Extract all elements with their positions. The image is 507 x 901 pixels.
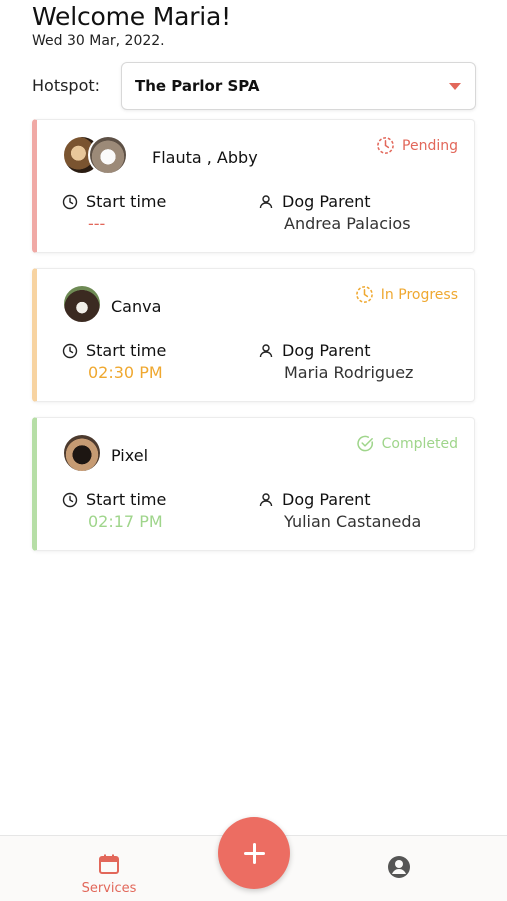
start-time-label-text: Start time <box>86 341 167 360</box>
dog-parent-label: Dog Parent <box>258 341 371 360</box>
service-card-in-progress[interactable]: Canva In Progress Start time 02:30 PM Do… <box>32 268 475 402</box>
start-time-label-text: Start time <box>86 192 167 211</box>
person-icon <box>259 194 273 208</box>
dog-parent-label: Dog Parent <box>258 192 371 211</box>
hotspot-label: Hotspot: <box>32 76 101 95</box>
clock-icon <box>62 343 78 358</box>
dog-parent-label-text: Dog Parent <box>282 490 371 509</box>
clock-icon <box>62 194 78 209</box>
start-time-label: Start time <box>62 341 166 360</box>
caret-down-icon <box>449 83 461 90</box>
pet-names: Pixel <box>111 446 149 465</box>
hotspot-selected-value: The Parlor SPA <box>135 77 260 95</box>
pet-avatar-pixel <box>62 433 102 473</box>
pet-avatar-abby <box>88 135 128 175</box>
service-card-completed[interactable]: Pixel Completed Start time 02:17 PM Dog … <box>32 417 475 551</box>
status-badge: In Progress <box>355 285 458 304</box>
add-service-button[interactable] <box>218 817 290 889</box>
nav-services[interactable]: Services <box>78 853 140 896</box>
start-time-label-text: Start time <box>86 490 167 509</box>
dog-parent-label: Dog Parent <box>258 490 371 509</box>
dog-parent-label-text: Dog Parent <box>282 341 371 360</box>
dog-parent-value: Andrea Palacios <box>284 214 411 233</box>
nav-services-label: Services <box>81 881 137 896</box>
calendar-icon <box>99 854 119 874</box>
in-progress-icon <box>355 286 373 303</box>
hotspot-row: Hotspot: The Parlor SPA <box>32 62 476 110</box>
header: Welcome Maria! Wed 30 Mar, 2022. <box>32 2 231 49</box>
status-badge: Pending <box>376 136 458 155</box>
dog-parent-label-text: Dog Parent <box>282 192 371 211</box>
pet-names: Flauta , Abby <box>152 148 258 167</box>
status-badge: Completed <box>356 434 458 453</box>
person-icon <box>259 343 273 357</box>
dog-parent-value: Maria Rodriguez <box>284 363 414 382</box>
start-time-label: Start time <box>62 192 166 211</box>
service-card-pending[interactable]: Flauta , Abby Pending Start time --- Dog… <box>32 119 475 253</box>
start-time-label: Start time <box>62 490 166 509</box>
start-time-value: 02:17 PM <box>88 512 163 531</box>
profile-icon[interactable] <box>386 854 412 880</box>
completed-check-icon <box>356 435 373 452</box>
start-time-value: 02:30 PM <box>88 363 163 382</box>
pet-avatar-canva <box>62 284 102 324</box>
status-text: Pending <box>402 137 458 154</box>
dog-parent-value: Yulian Castaneda <box>284 512 422 531</box>
status-text: In Progress <box>380 286 458 303</box>
start-time-value: --- <box>88 214 106 233</box>
current-date: Wed 30 Mar, 2022. <box>32 33 165 49</box>
hotspot-select[interactable]: The Parlor SPA <box>121 62 476 110</box>
welcome-title: Welcome Maria! <box>32 2 231 31</box>
clock-icon <box>62 492 78 507</box>
person-icon <box>259 492 273 506</box>
status-text: Completed <box>381 435 458 452</box>
pet-names: Canva <box>111 297 162 316</box>
pending-icon <box>377 137 394 154</box>
